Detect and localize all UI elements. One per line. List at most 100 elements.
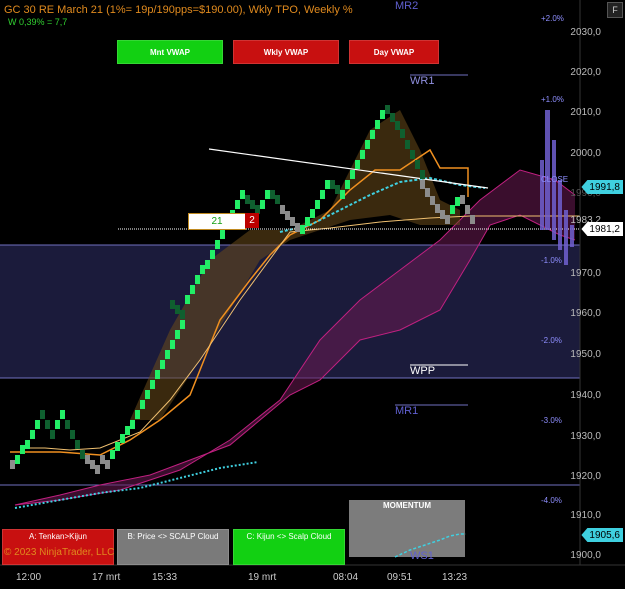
chart-menu-button[interactable]: F	[607, 2, 623, 18]
day-vwap-button[interactable]: Day VWAP	[349, 40, 439, 64]
renko-brick	[85, 455, 90, 464]
renko-brick	[290, 217, 295, 226]
time-tick: 12:00	[16, 572, 42, 583]
mr2-label: MR2	[395, 0, 419, 12]
momentum-value-tag: 1905,6	[581, 528, 623, 542]
renko-brick	[315, 200, 320, 209]
renko-brick	[305, 217, 310, 226]
renko-brick	[410, 150, 415, 159]
renko-brick	[420, 180, 425, 189]
renko-brick	[95, 465, 100, 474]
renko-brick	[450, 205, 455, 214]
bar-counter-box: 21	[188, 213, 246, 230]
price-tick: 1960,0	[570, 308, 601, 319]
value-area-band	[0, 245, 580, 378]
mr1-label: MR1	[395, 405, 419, 417]
renko-brick	[345, 180, 350, 189]
renko-brick	[45, 420, 50, 429]
renko-brick	[15, 455, 20, 464]
renko-brick	[215, 240, 220, 249]
price-tick: 2030,0	[570, 27, 601, 38]
renko-brick	[110, 450, 115, 459]
renko-brick	[65, 420, 70, 429]
wkly-vwap-button[interactable]: Wkly VWAP	[233, 40, 339, 64]
pct-label: +1.0%	[541, 95, 564, 104]
renko-brick	[390, 113, 395, 122]
renko-brick	[190, 285, 195, 294]
time-tick: 13:23	[442, 572, 468, 583]
renko-brick	[80, 450, 85, 459]
wr1-label: WR1	[410, 75, 435, 87]
time-tick: 17 mrt	[92, 572, 121, 583]
time-tick: 08:04	[333, 572, 359, 583]
renko-brick	[370, 130, 375, 139]
time-tick: 09:51	[387, 572, 413, 583]
renko-brick	[445, 215, 450, 224]
price-scalp-cloud-button[interactable]: B: Price <> SCALP Cloud	[117, 529, 229, 565]
renko-brick	[185, 295, 190, 304]
close-label: CLOSE	[541, 175, 569, 184]
renko-brick	[170, 300, 175, 309]
renko-brick	[240, 190, 245, 199]
renko-brick	[285, 211, 290, 220]
renko-brick	[235, 200, 240, 209]
renko-brick	[275, 195, 280, 204]
mnt-vwap-button[interactable]: Mnt VWAP	[117, 40, 223, 64]
renko-brick	[180, 320, 185, 329]
renko-brick	[200, 265, 205, 274]
renko-brick	[135, 410, 140, 419]
renko-brick	[310, 209, 315, 218]
price-tick: 1970,0	[570, 268, 601, 279]
renko-brick	[330, 180, 335, 189]
wpp-label: WPP	[410, 365, 436, 377]
renko-brick	[30, 430, 35, 439]
last-price-tag: 1991,8	[581, 180, 623, 194]
kijun-scalp-cloud-button[interactable]: C: Kijun <> Scalp Cloud	[233, 529, 345, 565]
renko-brick	[50, 430, 55, 439]
renko-brick	[435, 204, 440, 213]
renko-brick	[465, 205, 470, 214]
price-tick: 1900,0	[570, 550, 601, 561]
price-tick: 2010,0	[570, 107, 601, 118]
renko-brick	[145, 390, 150, 399]
renko-brick	[175, 305, 180, 314]
ws1-label: WS1	[410, 550, 434, 562]
renko-brick	[130, 420, 135, 429]
pct-label: -1.0%	[541, 256, 562, 265]
renko-brick	[25, 440, 30, 449]
renko-brick	[420, 170, 425, 179]
renko-brick	[320, 190, 325, 199]
renko-brick	[210, 250, 215, 259]
renko-brick	[300, 225, 305, 234]
renko-brick	[265, 190, 270, 199]
renko-brick	[175, 330, 180, 339]
renko-brick	[105, 460, 110, 469]
renko-brick	[470, 215, 475, 224]
renko-brick	[150, 380, 155, 389]
renko-brick	[115, 442, 120, 451]
renko-brick	[195, 275, 200, 284]
renko-brick	[360, 150, 365, 159]
renko-brick	[425, 188, 430, 197]
renko-brick	[280, 205, 285, 214]
renko-brick	[375, 120, 380, 129]
renko-brick	[60, 410, 65, 419]
chart-title: GC 30 RE March 21 (1%= 19p/190pps=$190.0…	[4, 4, 353, 16]
renko-brick	[120, 434, 125, 443]
renko-brick	[40, 410, 45, 419]
pct-label: -3.0%	[541, 416, 562, 425]
pct-label: -2.0%	[541, 336, 562, 345]
renko-brick	[385, 105, 390, 114]
renko-brick	[160, 360, 165, 369]
renko-brick	[405, 140, 410, 149]
price-chart[interactable]	[0, 0, 625, 589]
renko-brick	[170, 340, 175, 349]
copyright-text: © 2023 NinjaTrader, LLC	[4, 547, 115, 558]
renko-brick	[90, 460, 95, 469]
price-tick: 1950,0	[570, 349, 601, 360]
renko-brick	[380, 110, 385, 119]
pct-label: -4.0%	[541, 496, 562, 505]
renko-brick	[350, 170, 355, 179]
renko-brick	[245, 195, 250, 204]
renko-brick	[165, 350, 170, 359]
